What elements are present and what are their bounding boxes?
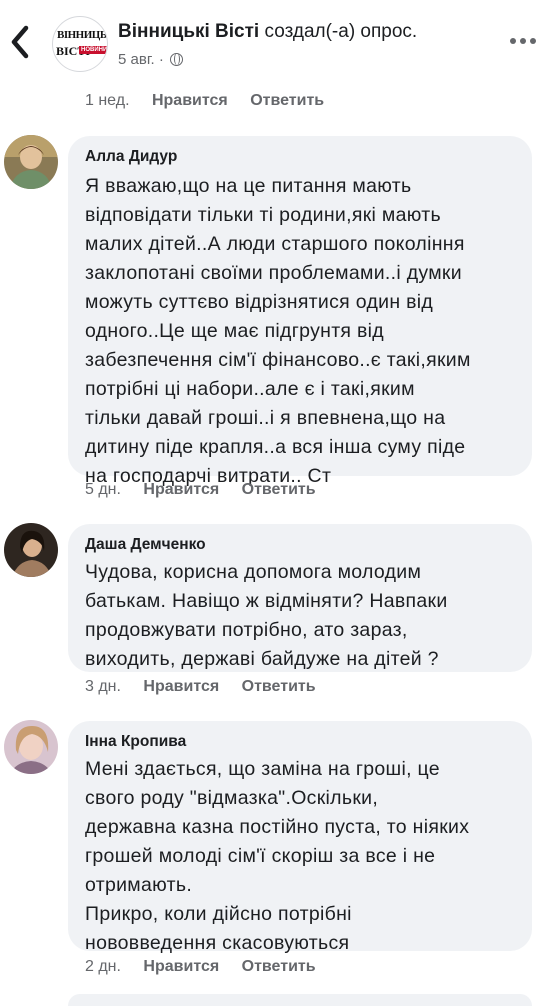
post-title: Вінницькі Вісті создал(-а) опрос. (118, 21, 417, 43)
comment-time[interactable]: 1 нед. (85, 92, 130, 110)
meta-separator: · (158, 51, 164, 68)
comment-bubble: Інна Кропива Мені здається, що заміна на… (68, 721, 532, 954)
post-date[interactable]: 5 авг. (118, 51, 155, 68)
like-button[interactable]: Нравится (143, 678, 219, 696)
comment-time[interactable]: 3 дн. (85, 678, 121, 696)
avatar[interactable] (4, 523, 58, 577)
logo-text-line1: ВІННИЦЬКІ (57, 29, 107, 41)
reply-button[interactable]: Ответить (250, 92, 324, 110)
avatar[interactable] (4, 720, 58, 774)
comment-author[interactable]: Алла Дидур (85, 148, 177, 166)
avatar[interactable] (4, 135, 58, 189)
comment-actions: 2 дн. Нравится Ответить (85, 958, 316, 976)
logo-tag: НОВИНИ (79, 46, 108, 54)
reply-button[interactable]: Ответить (242, 481, 316, 499)
comment-actions: 1 нед. Нравится Ответить (85, 92, 324, 110)
comment-author[interactable]: Інна Кропива (85, 733, 186, 751)
comment-actions: 5 дн. Нравится Ответить (85, 481, 316, 499)
like-button[interactable]: Нравится (152, 92, 228, 110)
comment-text: Чудова, корисна допомога молодим батькам… (85, 561, 448, 670)
back-icon[interactable] (8, 22, 32, 62)
like-button[interactable]: Нравится (143, 481, 219, 499)
comment-bubble: Алла Дидур Я вважаю,що на це питання маю… (68, 136, 532, 487)
page-name-link[interactable]: Вінницькі Вісті (118, 21, 259, 42)
page-avatar[interactable]: ВІННИЦЬКІ ВІСТІ НОВИНИ (52, 16, 108, 72)
comment-text: Я вважаю,що на це питання мають відповід… (85, 175, 471, 487)
next-comment-bubble (68, 994, 532, 1006)
post-header: ВІННИЦЬКІ ВІСТІ НОВИНИ Вінницькі Вісті с… (0, 0, 553, 86)
reply-button[interactable]: Ответить (242, 958, 316, 976)
globe-icon (169, 53, 183, 66)
like-button[interactable]: Нравится (143, 958, 219, 976)
comment-actions: 3 дн. Нравится Ответить (85, 678, 316, 696)
more-options-icon[interactable] (510, 38, 536, 46)
comment-time[interactable]: 5 дн. (85, 481, 121, 499)
comment-bubble: Даша Демченко Чудова, корисна допомога м… (68, 524, 532, 672)
reply-button[interactable]: Ответить (242, 678, 316, 696)
comment-text: Мені здається, що заміна на гроші, це св… (85, 758, 470, 954)
comment-time[interactable]: 2 дн. (85, 958, 121, 976)
post-action-text: создал(-а) опрос. (264, 21, 418, 42)
post-meta: 5 авг. · (118, 51, 183, 68)
comment-author[interactable]: Даша Демченко (85, 536, 206, 554)
